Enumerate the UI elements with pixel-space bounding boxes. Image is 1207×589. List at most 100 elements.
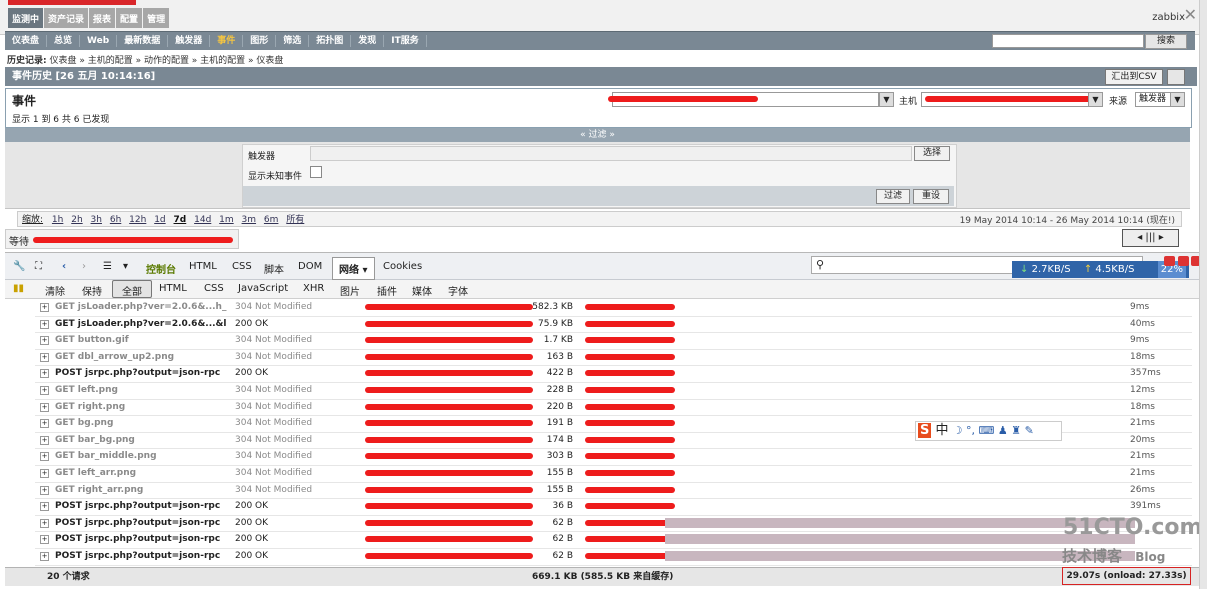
top-menu-inventory[interactable]: 资产记录 [44,8,89,28]
search-button[interactable]: 搜索 [1145,34,1187,49]
zoom-1m[interactable]: 1m [219,215,234,225]
scroll-arrows[interactable]: ◂ ||| ▸ [1122,229,1179,247]
zoom-7d[interactable]: 7d [174,215,187,225]
page-scrollbar[interactable] [1199,0,1207,589]
zoom-2h[interactable]: 2h [71,215,82,225]
table-row[interactable]: + GET jsLoader.php?ver=2.0.6&...h_ 304 Not… [35,299,1192,317]
net-filter-plugins[interactable]: 插件 [377,283,397,298]
top-menu-reports[interactable]: 报表 [89,8,116,28]
export-csv-button[interactable]: 汇出到CSV [1105,69,1163,85]
expand-icon[interactable]: + [40,502,49,512]
chevron-down-icon[interactable]: ▼ [879,92,894,107]
select-button[interactable]: 选择 [914,146,950,161]
zoom-6h[interactable]: 6h [110,215,121,225]
net-filter-fonts[interactable]: 字体 [448,283,468,298]
net-clear-button[interactable]: 清除 [45,283,65,298]
net-filter-css[interactable]: CSS [204,283,224,294]
table-row[interactable]: + GET left.png 304 Not Modified 228 B 12ms [35,382,1192,400]
expand-icon[interactable]: + [40,552,49,561]
table-row[interactable]: + POST jsrpc.php?output=json-rpc 200 OK 62 … [35,548,1192,566]
breadcrumb-items[interactable]: 仪表盘 » 主机的配置 » 动作的配置 » 主机的配置 » 仪表盘 [49,56,283,66]
inspect-icon[interactable]: ⛶ [35,261,42,272]
zoom-all[interactable]: 所有 [286,215,304,225]
nav-overview[interactable]: 总览 [47,35,81,47]
zoom-12h[interactable]: 12h [129,215,146,225]
zoom-1d[interactable]: 1d [154,215,165,225]
table-row[interactable]: + POST jsrpc.php?output=json-rpc 200 OK 36 … [35,498,1192,516]
tab-html[interactable]: HTML [189,261,217,272]
table-row[interactable]: + GET right.png 304 Not Modified 220 B 18ms [35,399,1192,417]
nav-graphs[interactable]: 图形 [243,35,277,47]
nav-latest-data[interactable]: 最新数据 [117,35,169,47]
fullscreen-icon[interactable] [1167,69,1185,85]
expand-icon[interactable]: + [40,452,49,462]
filter-button[interactable]: 过滤 [876,189,910,204]
back-icon[interactable]: ‹ [62,261,66,272]
table-row[interactable]: + POST jsrpc.php?output=json-rpc 200 OK 62 … [35,515,1192,533]
expand-icon[interactable]: + [40,469,49,478]
unknown-events-checkbox[interactable] [310,166,322,178]
zoom-14d[interactable]: 14d [194,215,211,225]
net-filter-js[interactable]: JavaScript [238,283,288,294]
net-filter-media[interactable]: 媒体 [412,283,432,298]
net-filter-xhr[interactable]: XHR [303,283,324,294]
nav-triggers[interactable]: 触发器 [168,35,211,47]
table-row[interactable]: + POST jsrpc.php?output=json-rpc 200 OK 62 … [35,531,1192,549]
nav-it-services[interactable]: IT服务 [384,35,427,47]
zoom-3m[interactable]: 3m [242,215,257,225]
tab-css[interactable]: CSS [232,261,252,272]
nav-maps[interactable]: 拓扑图 [309,35,352,47]
zoom-3h[interactable]: 3h [91,215,102,225]
table-row[interactable]: + GET left_arr.png 304 Not Modified 155 B 21… [35,465,1192,483]
trigger-input[interactable] [310,146,912,161]
nav-discovery[interactable]: 发现 [351,35,385,47]
tab-cookies[interactable]: Cookies [383,261,422,272]
net-persist-button[interactable]: 保持 [82,283,102,298]
top-menu-admin[interactable]: 管理 [143,8,170,28]
expand-icon[interactable]: + [40,485,49,495]
expand-icon[interactable]: + [40,336,49,346]
expand-icon[interactable]: + [40,352,49,362]
expand-icon[interactable]: + [40,303,49,312]
detach-icon[interactable] [1178,256,1189,266]
chevron-down-icon[interactable]: ▾ [123,261,128,272]
expand-icon[interactable]: + [40,386,49,395]
chevron-down-icon[interactable]: ▼ [1088,92,1103,107]
expand-icon[interactable]: + [40,402,49,412]
zoom-1h[interactable]: 1h [52,215,63,225]
expand-icon[interactable]: + [40,435,49,445]
tab-dom[interactable]: DOM [298,261,322,272]
nav-dashboard[interactable]: 仪表盘 [5,35,48,47]
net-filter-html[interactable]: HTML [159,283,187,294]
pause-icon[interactable]: ▮▮ [13,283,24,294]
table-row[interactable]: + GET bar_middle.png 304 Not Modified 303 B… [35,448,1192,466]
top-menu-monitoring[interactable]: 监测中 [8,8,44,28]
table-row[interactable]: + GET jsLoader.php?ver=2.0.6&...&l 200 OK 7… [35,316,1192,334]
table-row[interactable]: + GET right_arr.png 304 Not Modified 155 B2… [35,482,1192,500]
table-row[interactable]: + GET dbl_arrow_up2.png 304 Not Modified 16… [35,349,1192,367]
nav-events[interactable]: 事件 [210,35,244,47]
tab-console[interactable]: 控制台 [146,261,176,276]
zoom-6m[interactable]: 6m [264,215,279,225]
menu-icon[interactable]: ☰ [103,261,112,272]
ime-toolbar[interactable]: S 中 ☽ °, ⌨ ♟ ♜ ✎ [915,421,1062,441]
expand-icon[interactable]: + [40,518,49,528]
firebug-icon[interactable]: 🔧 [13,261,25,272]
minimize-icon[interactable] [1164,256,1175,266]
expand-icon[interactable]: + [40,319,49,329]
net-filter-all[interactable]: 全部 [112,280,152,298]
tab-script[interactable]: 脚本 [264,261,284,276]
reset-button[interactable]: 重设 [913,189,949,204]
expand-icon[interactable]: + [40,535,49,545]
nav-web[interactable]: Web [80,35,118,47]
nav-screens[interactable]: 筛选 [276,35,310,47]
chevron-down-icon[interactable]: ▼ [1170,92,1185,107]
tab-net[interactable]: 网络 ▾ [332,257,375,280]
search-input[interactable] [992,34,1144,48]
expand-icon[interactable]: + [40,419,49,429]
table-row[interactable]: + GET button.gif 304 Not Modified 1.7 KB 9ms [35,332,1192,350]
close-icon[interactable]: ✕ [1184,5,1197,24]
table-row[interactable]: + POST jsrpc.php?output=json-rpc 200 OK 422… [35,365,1192,383]
forward-icon[interactable]: › [82,261,86,272]
top-menu-config[interactable]: 配置 [116,8,143,28]
